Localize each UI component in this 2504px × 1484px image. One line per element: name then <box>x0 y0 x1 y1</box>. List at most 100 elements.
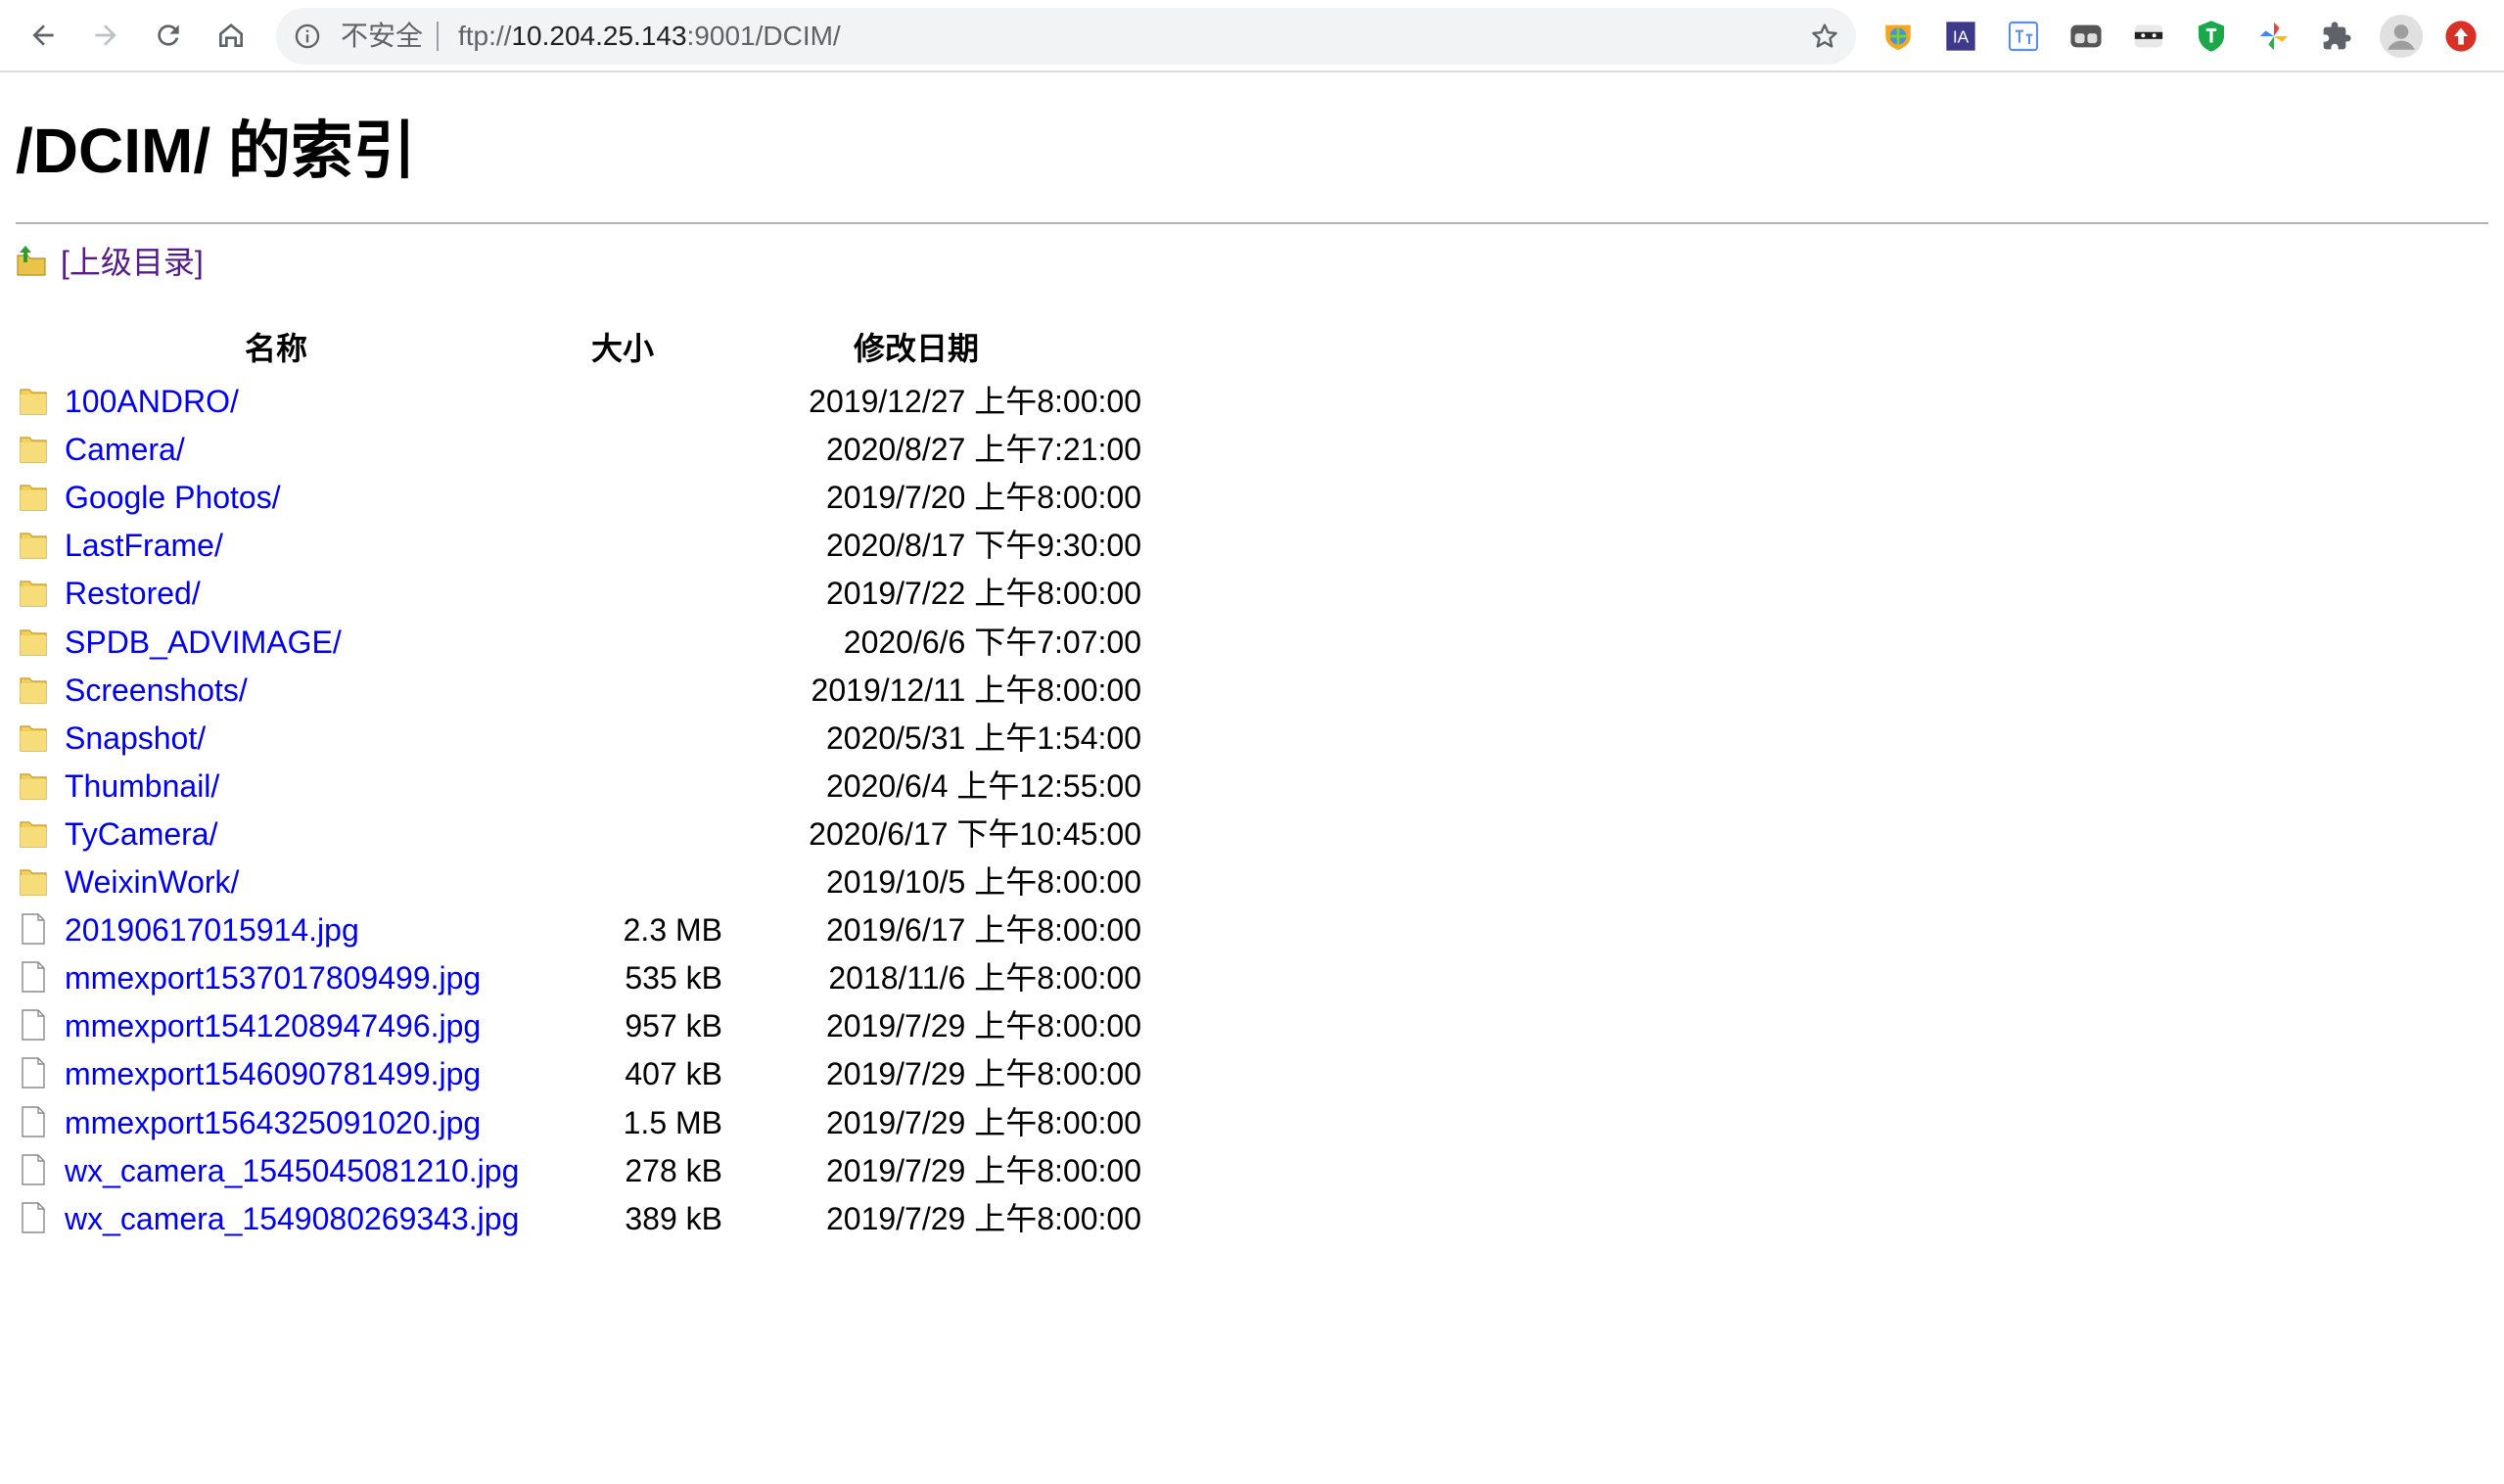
omnibox-separator <box>437 22 439 51</box>
pinwheel-icon <box>2259 22 2289 51</box>
pinwheel-extension[interactable] <box>2256 19 2292 54</box>
page-title: /DCIM/ 的索引 <box>16 116 416 186</box>
incognito-mask-extension[interactable] <box>2131 19 2166 54</box>
shield-globe-extension[interactable] <box>1880 19 1916 54</box>
modified-date: 2020/6/4 上午12:55:00 <box>825 768 1141 804</box>
modified-date: 2019/12/11 上午8:00:00 <box>811 672 1141 708</box>
folder-icon <box>18 625 49 658</box>
modified-date: 2019/7/20 上午8:00:00 <box>825 480 1141 515</box>
file-link[interactable]: wx_camera_1549080269343.jpg <box>65 1199 519 1238</box>
modified-date: 2019/10/5 上午8:00:00 <box>825 864 1141 900</box>
folder-link[interactable]: Thumbnail/ <box>65 766 219 806</box>
ia-extension[interactable]: IA <box>1943 19 1978 54</box>
green-shield-extension[interactable] <box>2194 19 2229 54</box>
parent-directory-row: [上级目录] <box>16 241 204 280</box>
modified-date: 2019/7/22 上午8:00:00 <box>825 576 1141 611</box>
folder-link[interactable]: Restored/ <box>65 574 201 613</box>
translate-extension[interactable] <box>2006 19 2041 54</box>
listing-row: Screenshots/2019/12/11 上午8:00:00 <box>16 671 1171 710</box>
security-label[interactable]: 不安全 <box>341 20 423 53</box>
modified-date: 2020/8/27 上午7:21:00 <box>825 432 1141 467</box>
folder-icon <box>18 720 49 754</box>
listing-row: TyCamera/2020/6/17 下午10:45:00 <box>16 814 1171 854</box>
modified-date: 2019/7/29 上午8:00:00 <box>825 1056 1141 1091</box>
column-header-modified[interactable]: 修改日期 <box>854 329 979 368</box>
modified-date: 2019/7/29 上午8:00:00 <box>825 1008 1141 1043</box>
back-arrow-icon <box>32 24 54 46</box>
svg-text:IA: IA <box>1953 27 1970 47</box>
listing-row: Google Photos/2019/7/20 上午8:00:00 <box>16 478 1171 517</box>
column-header-size[interactable]: 大小 <box>591 329 654 368</box>
listing-row: wx_camera_1545045081210.jpg 278 kB 2019/7/… <box>16 1151 1171 1190</box>
address-bar[interactable]: 不安全 ftp://10.204.25.143:9001/DCIM/ <box>276 8 1856 65</box>
modified-date: 2020/6/17 下午10:45:00 <box>809 816 1141 852</box>
modified-date: 2019/7/29 上午8:00:00 <box>825 1105 1141 1140</box>
parent-directory-link[interactable]: [上级目录] <box>61 238 204 283</box>
folder-link[interactable]: Snapshot/ <box>65 719 206 758</box>
url-text[interactable]: ftp://10.204.25.143:9001/DCIM/ <box>458 20 841 53</box>
listing-row: Restored/2019/7/22 上午8:00:00 <box>16 574 1171 613</box>
file-size: 389 kB <box>625 1201 722 1236</box>
file-size: 957 kB <box>625 1008 722 1043</box>
listing-row: SPDB_ADVIMAGE/2020/6/6 下午7:07:00 <box>16 623 1171 662</box>
listing-row: mmexport1564325091020.jpg 1.5 MB 2019/7/29… <box>16 1103 1171 1142</box>
folder-link[interactable]: TyCamera/ <box>65 814 217 854</box>
reload-icon <box>158 24 179 46</box>
update-button[interactable] <box>2443 19 2479 54</box>
folder-link[interactable]: Google Photos/ <box>65 478 281 517</box>
file-link[interactable]: 20190617015914.jpg <box>65 910 359 950</box>
file-icon <box>18 1105 49 1138</box>
file-icon <box>18 1056 49 1090</box>
folder-icon <box>18 768 49 802</box>
bookmark-star-icon[interactable] <box>1809 21 1840 52</box>
listing-row: WeixinWork/2019/10/5 上午8:00:00 <box>16 862 1171 902</box>
listing-row: LastFrame/2020/8/17 下午9:30:00 <box>16 526 1171 565</box>
file-link[interactable]: mmexport1537017809499.jpg <box>65 958 481 997</box>
column-header-name[interactable]: 名称 <box>245 329 307 368</box>
listing-row: wx_camera_1549080269343.jpg 389 kB 2019/7/… <box>16 1199 1171 1238</box>
forward-button[interactable] <box>84 14 127 57</box>
file-size: 2.3 MB <box>623 912 722 948</box>
back-button[interactable] <box>22 14 65 57</box>
modified-date: 2019/7/29 上午8:00:00 <box>825 1153 1141 1188</box>
folder-icon <box>18 672 49 706</box>
modified-date: 2020/5/31 上午1:54:00 <box>825 720 1141 756</box>
folder-link[interactable]: Screenshots/ <box>65 671 248 710</box>
folder-link[interactable]: 100ANDRO/ <box>65 382 239 421</box>
modified-date: 2019/7/29 上午8:00:00 <box>825 1201 1141 1236</box>
file-link[interactable]: mmexport1541208947496.jpg <box>65 1006 481 1045</box>
listing-row: 20190617015914.jpg 2.3 MB 2019/6/17 上午8:00… <box>16 910 1171 950</box>
file-link[interactable]: mmexport1546090781499.jpg <box>65 1054 481 1093</box>
file-size: 535 kB <box>625 960 722 996</box>
file-icon <box>18 912 49 946</box>
browser-toolbar: 不安全 ftp://10.204.25.143:9001/DCIM/ IA <box>0 0 2504 72</box>
title-divider <box>16 222 2488 224</box>
modified-date: 2019/6/17 上午8:00:00 <box>825 912 1141 948</box>
folder-link[interactable]: SPDB_ADVIMAGE/ <box>65 623 342 662</box>
folder-link[interactable]: Camera/ <box>65 430 185 469</box>
extensions-button[interactable] <box>2319 19 2354 54</box>
modified-date: 2019/12/27 上午8:00:00 <box>809 384 1141 419</box>
file-size: 1.5 MB <box>623 1105 722 1140</box>
profile-avatar-button[interactable] <box>2380 15 2423 58</box>
url-path: :9001/DCIM/ <box>686 21 841 51</box>
green-shield-icon <box>2198 21 2225 52</box>
reload-button[interactable] <box>147 14 190 57</box>
folder-icon <box>18 528 49 561</box>
translate-icon <box>2008 21 2039 52</box>
info-circle-icon[interactable] <box>294 23 321 50</box>
reader-extension[interactable] <box>2068 19 2104 54</box>
ia-icon: IA <box>1946 22 1975 51</box>
folder-icon <box>18 432 49 465</box>
modified-date: 2018/11/6 上午8:00:00 <box>828 960 1141 996</box>
folder-link[interactable]: WeixinWork/ <box>65 862 239 902</box>
file-icon <box>18 960 49 994</box>
listing-row: mmexport1546090781499.jpg 407 kB 2019/7/29… <box>16 1054 1171 1093</box>
file-link[interactable]: wx_camera_1545045081210.jpg <box>65 1151 519 1190</box>
file-link[interactable]: mmexport1564325091020.jpg <box>65 1103 481 1142</box>
listing-row: Thumbnail/2020/6/4 上午12:55:00 <box>16 766 1171 806</box>
folder-link[interactable]: LastFrame/ <box>65 526 223 565</box>
modified-date: 2020/6/6 下午7:07:00 <box>843 625 1141 660</box>
home-button[interactable] <box>209 14 253 57</box>
folder-icon <box>18 384 49 417</box>
